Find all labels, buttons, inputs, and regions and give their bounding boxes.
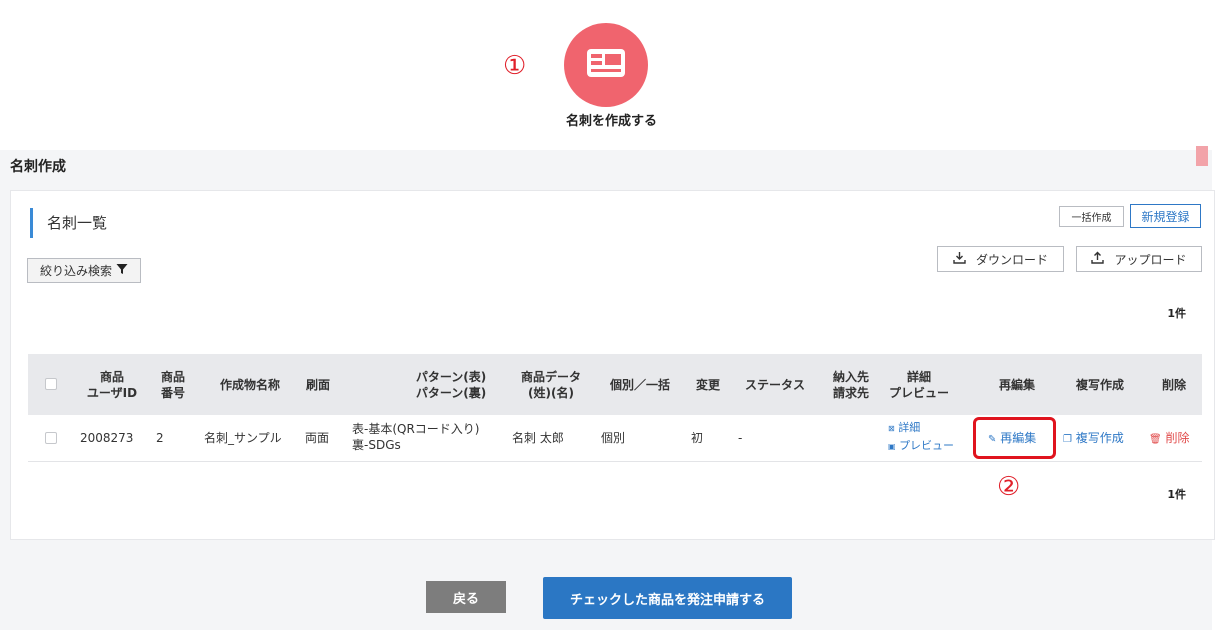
table-header: 商品 ユーザID 商品 番号 作成物名称 刷面 パターン(表) パターン(裏) 商品デ… — [28, 354, 1202, 415]
filter-search-label: 絞り込み検索 — [39, 264, 112, 278]
submit-order-button[interactable]: チェックした商品を発注申請する — [543, 577, 792, 619]
col-product-number: 商品 番号 — [160, 370, 185, 400]
select-all-checkbox[interactable] — [45, 378, 57, 390]
filter-icon — [116, 263, 128, 278]
result-count-bottom: 1件 — [1167, 488, 1186, 501]
business-card-icon — [586, 48, 626, 82]
delete-link[interactable]: 🗑 削除 — [1149, 430, 1190, 448]
header-title: 名刺を作成する — [565, 114, 657, 129]
copy-create-link[interactable]: ❐ 複写作成 — [1063, 430, 1124, 448]
col-work-name: 作成物名称 — [219, 378, 280, 392]
back-button[interactable]: 戻る — [426, 581, 506, 613]
col-delete: 削除 — [1161, 378, 1186, 392]
pattern-back: 裏-SDGs — [352, 438, 401, 452]
new-register-button[interactable]: 新規登録 — [1130, 204, 1201, 228]
create-business-card-button[interactable] — [564, 23, 648, 107]
result-count-top: 1件 — [1167, 307, 1186, 320]
col-copy-create: 複写作成 — [1075, 378, 1124, 392]
col-status: ステータス — [744, 378, 805, 392]
corner-tab[interactable] — [1196, 146, 1208, 166]
cell-name: 名刺 太郎 — [512, 431, 564, 445]
cell-individual-bulk: 個別 — [601, 431, 626, 445]
cell-status: - — [738, 431, 743, 445]
col-individual-bulk: 個別／一括 — [609, 378, 670, 392]
download-button[interactable]: ダウンロード — [937, 246, 1064, 272]
col-print-side: 刷面 — [305, 378, 330, 392]
trash-icon: 🗑 — [1149, 434, 1162, 445]
cell-user-id: 2008273 — [80, 431, 134, 445]
upload-icon — [1091, 251, 1105, 267]
preview-link[interactable]: ▣ プレビュー — [888, 438, 954, 455]
cell-print-side: 両面 — [305, 431, 330, 445]
row-checkbox[interactable] — [45, 432, 57, 444]
cell-change: 初 — [691, 431, 704, 445]
download-label: ダウンロード — [975, 252, 1048, 267]
step-marker-1: ① — [503, 51, 527, 81]
col-product-user-id: 商品 ユーザID — [86, 370, 138, 400]
col-reedit: 再編集 — [998, 378, 1035, 392]
detail-link[interactable]: ⊠ 詳細 — [888, 420, 920, 437]
bulk-create-button[interactable]: 一括作成 — [1059, 206, 1124, 227]
col-pattern: パターン(表) パターン(裏) — [415, 370, 487, 400]
reedit-highlight-box — [973, 417, 1056, 459]
page-title: 名刺作成 — [10, 159, 66, 175]
col-delivery-billing: 納入先 請求先 — [832, 370, 869, 400]
col-detail-preview: 詳細 プレビュー — [888, 370, 949, 400]
pattern-front: 表-基本(QRコード入り) — [352, 422, 480, 436]
cell-product-number: 2 — [156, 431, 164, 445]
copy-icon: ❐ — [1063, 434, 1072, 445]
upload-label: アップロード — [1114, 252, 1187, 267]
download-icon — [953, 251, 966, 267]
step-marker-2: ② — [997, 472, 1021, 502]
list-heading: 名刺一覧 — [30, 208, 107, 238]
cell-work-name: 名刺_サンプル — [204, 431, 282, 445]
filter-search-button[interactable]: 絞り込み検索 — [27, 258, 141, 283]
preview-icon: ▣ — [888, 442, 896, 451]
col-product-data: 商品データ (姓)(名) — [520, 370, 581, 400]
cell-pattern: 表-基本(QRコード入り) 裏-SDGs — [352, 421, 479, 453]
upload-button[interactable]: アップロード — [1076, 246, 1202, 272]
col-change: 変更 — [695, 378, 720, 392]
detail-icon: ⊠ — [888, 424, 895, 433]
